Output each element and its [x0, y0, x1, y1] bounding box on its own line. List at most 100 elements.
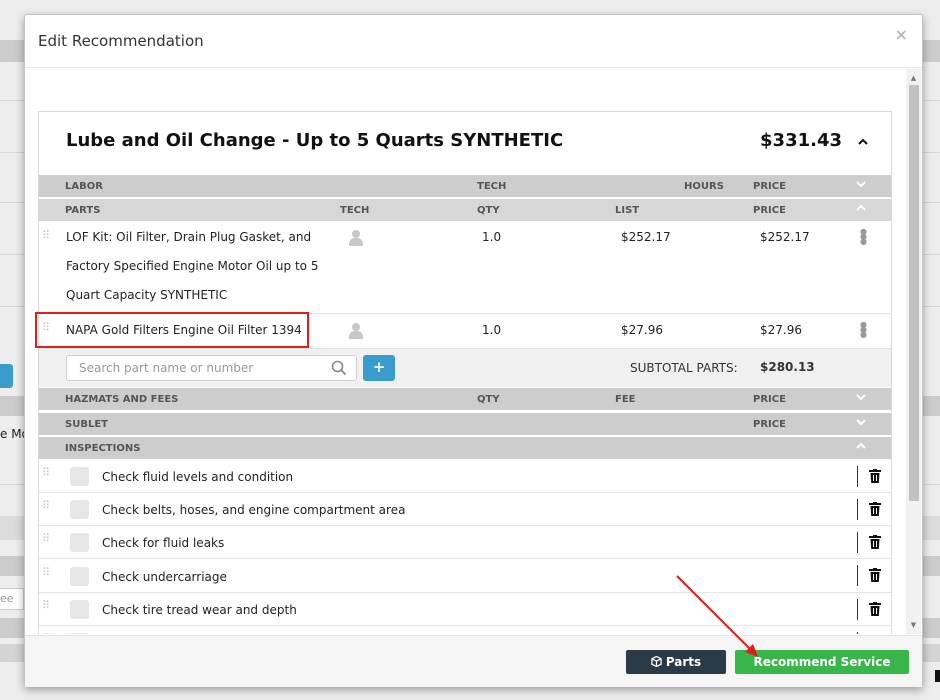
divider: [857, 632, 858, 634]
divider: [857, 532, 858, 553]
hazmats-label: HAZMATS AND FEES: [65, 394, 179, 405]
list-item[interactable]: ⠿ Check undercarriage: [39, 559, 891, 593]
inspection-label: Check for fluid leaks: [102, 536, 225, 550]
list-item[interactable]: ⠿ Check belts, hoses, and engine compart…: [39, 493, 891, 526]
trash-icon[interactable]: [869, 502, 881, 516]
close-icon[interactable]: ×: [895, 25, 908, 44]
inspection-checkbox[interactable]: [70, 533, 89, 552]
part-search-input[interactable]: [66, 355, 357, 381]
part-qty: 1.0: [482, 323, 502, 337]
divider: [857, 565, 858, 586]
drag-handle-icon[interactable]: ⠿: [42, 533, 50, 544]
part-price: $27.96: [760, 323, 802, 337]
divider: [857, 599, 858, 620]
technician-icon[interactable]: [349, 230, 363, 246]
inspection-checkbox[interactable]: [70, 600, 89, 619]
sublet-section-header[interactable]: SUBLET PRICE: [39, 413, 891, 435]
background-dark-fragment: [935, 670, 940, 682]
part-description-line: Quart Capacity SYNTHETIC: [66, 288, 228, 302]
more-options-icon[interactable]: ● ● ●: [860, 321, 867, 339]
part-list-price: $252.17: [621, 230, 671, 244]
edit-recommendation-modal: Edit Recommendation × Lube and Oil Chang…: [24, 14, 923, 687]
chevron-down-icon[interactable]: [854, 416, 868, 430]
trash-icon[interactable]: [869, 469, 881, 483]
parts-price-header: PRICE: [753, 205, 786, 216]
list-item[interactable]: ⠿ Check fluid levels and condition: [39, 460, 891, 493]
vertical-scrollbar[interactable]: ▲ ▼: [906, 69, 921, 634]
annotation-highlight-box: [35, 312, 309, 348]
parts-button-label: Parts: [665, 655, 702, 669]
inspection-label: Check tire tread wear and depth: [102, 603, 297, 617]
parts-label: PARTS: [65, 205, 101, 216]
modal-title: Edit Recommendation: [38, 32, 204, 50]
chevron-up-icon[interactable]: [858, 134, 868, 149]
sublet-price-header: PRICE: [753, 419, 786, 430]
more-options-icon[interactable]: ● ● ●: [860, 228, 867, 246]
divider: [857, 499, 858, 520]
parts-button[interactable]: Parts: [626, 650, 726, 674]
labor-price-header: PRICE: [753, 181, 786, 192]
list-item[interactable]: ⠿ Check tire tread wear and depth: [39, 593, 891, 626]
scrollbar-thumb[interactable]: [909, 85, 919, 501]
drag-handle-icon[interactable]: ⠿: [42, 500, 50, 511]
drag-handle-icon[interactable]: ⠿: [42, 230, 50, 241]
inspection-checkbox[interactable]: [70, 500, 89, 519]
part-list-price: $27.96: [621, 323, 663, 337]
search-icon[interactable]: [331, 360, 347, 376]
sublet-label: SUBLET: [65, 419, 108, 430]
hazmats-price-header: PRICE: [753, 394, 786, 405]
labor-hours-header: HOURS: [684, 181, 724, 192]
background-blue-button[interactable]: [0, 364, 13, 388]
parts-qty-header: QTY: [477, 205, 500, 216]
chevron-up-icon[interactable]: [854, 440, 868, 454]
trash-icon[interactable]: [869, 568, 881, 582]
trash-icon[interactable]: [869, 535, 881, 549]
service-header[interactable]: Lube and Oil Change - Up to 5 Quarts SYN…: [39, 112, 891, 175]
drag-handle-icon[interactable]: ⠿: [42, 467, 50, 478]
table-row[interactable]: ⠿ NAPA Gold Filters Engine Oil Filter 13…: [35, 312, 891, 349]
modal-footer: Parts Recommend Service: [25, 635, 922, 687]
inspection-checkbox[interactable]: [70, 467, 89, 486]
modal-body: Lube and Oil Change - Up to 5 Quarts SYN…: [25, 69, 922, 634]
labor-section-header[interactable]: LABOR TECH HOURS PRICE: [39, 175, 891, 197]
service-title: Lube and Oil Change - Up to 5 Quarts SYN…: [66, 130, 564, 151]
inspection-checkbox[interactable]: [70, 567, 89, 586]
subtotal-parts-value: $280.13: [760, 360, 815, 374]
chevron-down-icon[interactable]: [854, 391, 868, 405]
labor-tech-header: TECH: [477, 181, 507, 192]
inspections-section-header[interactable]: INSPECTIONS: [39, 437, 891, 459]
background-input-fragment[interactable]: ee: [0, 588, 24, 610]
parts-list-header: LIST: [615, 205, 640, 216]
recommend-service-button[interactable]: Recommend Service: [735, 650, 909, 674]
table-row[interactable]: ⠿ LOF Kit: Oil Filter, Drain Plug Gasket…: [39, 221, 891, 314]
service-card: Lube and Oil Change - Up to 5 Quarts SYN…: [35, 111, 892, 634]
list-item[interactable]: ⠿ Check for fluid leaks: [39, 526, 891, 559]
inspection-label: Check fluid levels and condition: [102, 470, 294, 484]
drag-handle-icon[interactable]: ⠿: [42, 600, 50, 611]
part-price: $252.17: [760, 230, 810, 244]
part-search-row: + SUBTOTAL PARTS: $280.13: [39, 349, 891, 387]
part-description-line: Factory Specified Engine Motor Oil up to…: [66, 259, 319, 273]
modal-header: Edit Recommendation ×: [25, 15, 922, 68]
inspection-checkbox[interactable]: [70, 633, 89, 634]
scroll-down-arrow-icon[interactable]: ▼: [906, 618, 921, 632]
hazmats-qty-header: QTY: [477, 394, 500, 405]
trash-icon[interactable]: [869, 602, 881, 616]
labor-label: LABOR: [65, 181, 103, 192]
part-qty: 1.0: [482, 230, 502, 244]
technician-icon[interactable]: [349, 323, 363, 339]
hazmats-section-header[interactable]: HAZMATS AND FEES QTY FEE PRICE: [39, 388, 891, 410]
service-price: $331.43: [760, 130, 842, 151]
scroll-up-arrow-icon[interactable]: ▲: [906, 71, 921, 85]
subtotal-parts-label: SUBTOTAL PARTS:: [630, 361, 738, 375]
parts-section-header[interactable]: PARTS TECH QTY LIST PRICE: [39, 199, 891, 221]
add-part-button[interactable]: +: [363, 355, 395, 381]
part-description-line: LOF Kit: Oil Filter, Drain Plug Gasket, …: [66, 230, 312, 244]
chevron-up-icon[interactable]: [854, 202, 868, 216]
drag-handle-icon[interactable]: ⠿: [42, 567, 50, 578]
list-item[interactable]: ⠿: [39, 626, 891, 634]
chevron-down-icon[interactable]: [854, 178, 868, 192]
parts-tech-header: TECH: [340, 205, 370, 216]
divider: [857, 466, 858, 487]
inspections-label: INSPECTIONS: [65, 443, 141, 454]
